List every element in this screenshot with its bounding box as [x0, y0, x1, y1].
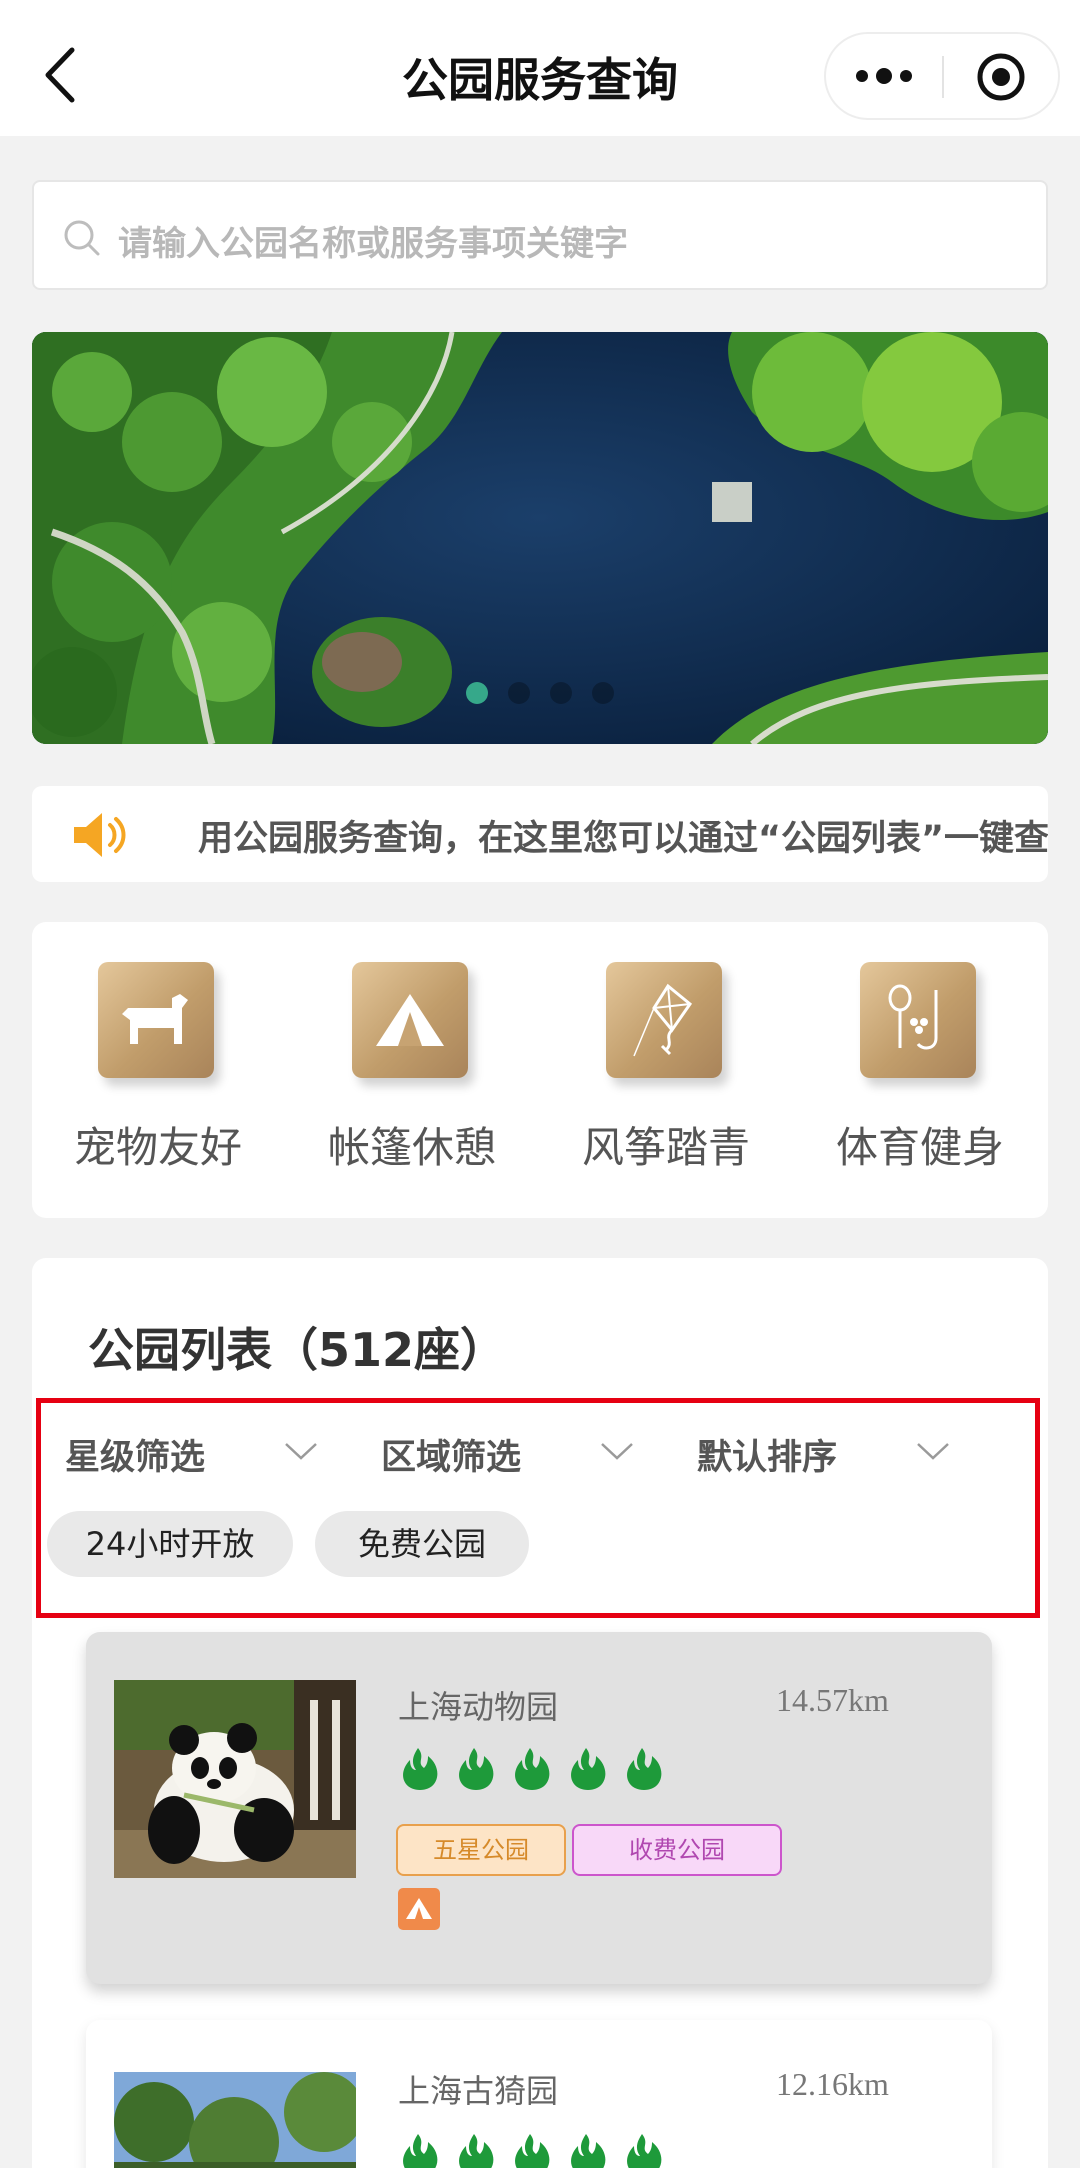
flame-icon: [459, 2134, 494, 2168]
more-dot-icon: [900, 70, 912, 82]
navigation-bar: 公园服务查询: [0, 0, 1080, 136]
tent-facility-badge: [398, 1888, 440, 1930]
park-distance: 14.57km: [776, 1682, 889, 1718]
flame-icon: [627, 1748, 662, 1790]
flame-icon: [515, 1748, 550, 1790]
chevron-down-icon: [917, 1443, 949, 1460]
notice-text: 用公园服务查询，在这里您可以通过“公园列表”一键查询: [198, 819, 1048, 859]
garden-photo: [114, 2072, 356, 2168]
dog-icon: [98, 962, 214, 1078]
flame-icon: [571, 2134, 606, 2168]
paid-park-tag: 收费公园: [572, 1824, 782, 1876]
carousel-dot[interactable]: [592, 682, 614, 704]
notice-bar[interactable]: 用公园服务查询，在这里您可以通过“公园列表”一键查询: [32, 786, 1048, 882]
filter-label: 星级筛选: [65, 1438, 206, 1478]
category-sports-fitness[interactable]: 体育健身: [820, 962, 1020, 1192]
banner-carousel[interactable]: [32, 332, 1048, 744]
capsule-divider: [942, 56, 944, 98]
search-icon: [64, 220, 100, 256]
filter-label: 区域筛选: [381, 1438, 522, 1478]
park-rating: [398, 2132, 678, 2168]
search-placeholder: 请输入公园名称或服务事项关键字: [118, 224, 628, 264]
carousel-dot[interactable]: [550, 682, 572, 704]
park-thumbnail: [114, 2072, 356, 2168]
category-label: 风筝踏青: [581, 1123, 750, 1172]
more-options-button[interactable]: [826, 34, 942, 118]
filter-panel: 星级筛选 区域筛选 默认排序 24小时开放 免费公园: [36, 1398, 1040, 1618]
flame-icon: [459, 1748, 494, 1790]
open-24h-chip[interactable]: 24小时开放: [47, 1511, 293, 1577]
flame-icon: [403, 2134, 438, 2168]
park-card[interactable]: 上海古猗园 12.16km: [86, 2020, 992, 2168]
search-input[interactable]: 请输入公园名称或服务事项关键字: [32, 180, 1048, 290]
chevron-down-icon: [285, 1443, 317, 1460]
tent-icon: [406, 1898, 432, 1919]
category-label: 宠物友好: [73, 1123, 242, 1172]
mini-program-capsule: [824, 32, 1060, 120]
kite-icon: [606, 962, 722, 1078]
park-name: 上海古猗园: [398, 2072, 559, 2110]
target-circle-icon: [977, 53, 1025, 101]
park-list-title: 公园列表（512座）: [88, 1323, 507, 1377]
park-card[interactable]: 上海动物园 14.57km 五星公园 收费公园: [86, 1632, 992, 1984]
category-grid: 宠物友好 帐篷休憩 风筝踏青 体育健身: [32, 922, 1048, 1218]
category-label: 体育健身: [835, 1123, 1004, 1172]
chevron-down-icon: [601, 1443, 633, 1460]
district-filter-dropdown[interactable]: 区域筛选: [381, 1429, 661, 1485]
free-park-chip[interactable]: 免费公园: [315, 1511, 529, 1577]
park-thumbnail: [114, 1680, 356, 1878]
flame-icon: [515, 2134, 550, 2168]
more-dot-icon: [876, 68, 892, 84]
more-dot-icon: [856, 70, 868, 82]
category-tent-rest[interactable]: 帐篷休憩: [312, 962, 512, 1192]
flame-icon: [571, 1748, 606, 1790]
five-star-tag: 五星公园: [396, 1824, 566, 1876]
tent-icon: [352, 962, 468, 1078]
category-pet-friendly[interactable]: 宠物友好: [58, 962, 258, 1192]
sort-dropdown[interactable]: 默认排序: [697, 1429, 977, 1485]
close-mini-program-button[interactable]: [976, 52, 1026, 102]
carousel-dot[interactable]: [466, 682, 488, 704]
park-distance: 12.16km: [776, 2066, 889, 2102]
panda-photo: [114, 1680, 356, 1878]
carousel-dot[interactable]: [508, 682, 530, 704]
filter-label: 默认排序: [697, 1438, 838, 1478]
category-label: 帐篷休憩: [327, 1123, 496, 1172]
sports-racket-icon: [860, 962, 976, 1078]
park-rating: [398, 1746, 678, 1792]
park-name: 上海动物园: [398, 1688, 559, 1726]
flame-icon: [627, 2134, 662, 2168]
speaker-icon: [74, 813, 126, 857]
star-filter-dropdown[interactable]: 星级筛选: [65, 1429, 345, 1485]
flame-icon: [403, 1748, 438, 1790]
category-kite-outing[interactable]: 风筝踏青: [566, 962, 766, 1192]
carousel-indicators: [32, 682, 1048, 704]
